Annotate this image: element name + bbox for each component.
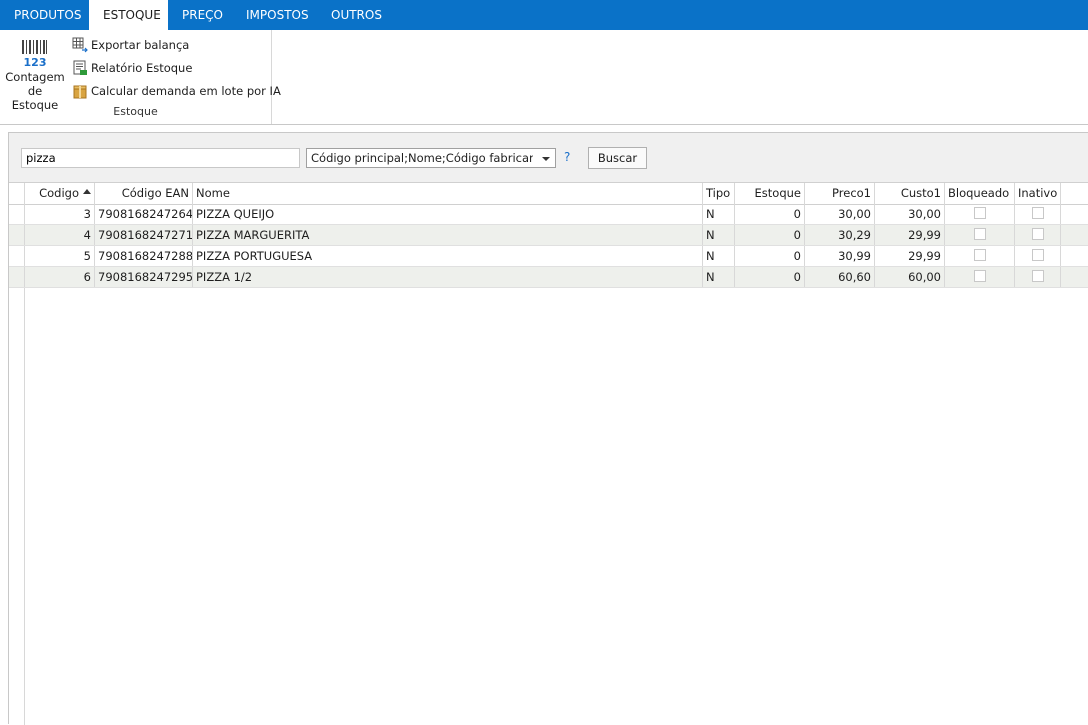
relatorio-estoque-button[interactable]: Relatório Estoque xyxy=(72,59,192,77)
cell-ean: 7908168247288 xyxy=(95,246,193,266)
column-header-custo1[interactable]: Custo1 xyxy=(875,183,945,204)
svg-text:123: 123 xyxy=(24,56,47,68)
products-grid: Codigo Código EAN Nome Tipo Estoque Prec… xyxy=(9,182,1088,725)
box-icon xyxy=(72,83,88,99)
column-header-preco1[interactable]: Preco1 xyxy=(805,183,875,204)
tab-produtos[interactable]: PRODUTOS xyxy=(0,0,89,30)
cell-estoque: 0 xyxy=(735,267,805,287)
cell-nome: PIZZA QUEIJO xyxy=(193,204,703,224)
contagem-label-line1: Contagem xyxy=(5,70,65,84)
cell-codigo: 6 xyxy=(25,267,95,287)
table-row[interactable]: 5 7908168247288 PIZZA PORTUGUESA N 0 30,… xyxy=(9,246,1088,267)
row-selector-header xyxy=(9,183,25,204)
inativo-checkbox[interactable] xyxy=(1031,270,1044,282)
cell-preco1: 30,00 xyxy=(805,204,875,224)
row-selector[interactable] xyxy=(9,225,25,245)
grid-export-icon xyxy=(72,37,88,53)
inativo-checkbox[interactable] xyxy=(1031,207,1044,219)
column-header-tipo[interactable]: Tipo xyxy=(703,183,735,204)
cell-inativo xyxy=(1015,225,1061,245)
column-header-nome[interactable]: Nome xyxy=(193,183,703,204)
cell-estoque: 0 xyxy=(735,225,805,245)
calcular-demanda-label: Calcular demanda em lote por IA xyxy=(91,84,281,98)
column-header-estoque[interactable]: Estoque xyxy=(735,183,805,204)
barcode-123-icon: 123 xyxy=(22,40,47,68)
report-icon xyxy=(72,60,88,76)
tab-outros[interactable]: OUTROS xyxy=(317,0,392,30)
bloqueado-checkbox[interactable] xyxy=(973,207,986,219)
cell-inativo xyxy=(1015,267,1061,287)
column-header-inativo[interactable]: Inativo xyxy=(1015,183,1061,204)
cell-bloqueado xyxy=(945,204,1015,224)
inativo-checkbox[interactable] xyxy=(1031,228,1044,240)
cell-bloqueado xyxy=(945,246,1015,266)
contagem-estoque-button[interactable]: 123 Contagem de Estoque xyxy=(4,36,66,112)
cell-codigo: 4 xyxy=(25,225,95,245)
column-header-bloqueado[interactable]: Bloqueado xyxy=(945,183,1015,204)
cell-preco1: 60,60 xyxy=(805,267,875,287)
cell-nome: PIZZA MARGUERITA xyxy=(193,225,703,245)
table-row[interactable]: 4 7908168247271 PIZZA MARGUERITA N 0 30,… xyxy=(9,225,1088,246)
help-link[interactable]: ? xyxy=(564,150,570,164)
main-content: Código principal;Nome;Código fabricant..… xyxy=(8,132,1088,725)
cell-preco1: 30,29 xyxy=(805,225,875,245)
chevron-down-icon xyxy=(542,157,550,161)
search-fields-value: Código principal;Nome;Código fabricant..… xyxy=(311,151,533,165)
tab-estoque[interactable]: ESTOQUE xyxy=(89,0,168,30)
row-selector[interactable] xyxy=(9,246,25,266)
cell-nome: PIZZA 1/2 xyxy=(193,267,703,287)
cell-tipo: N xyxy=(703,267,735,287)
ribbon-panel: 123 Contagem de Estoque Exportar balança xyxy=(0,30,1088,125)
inativo-checkbox[interactable] xyxy=(1031,249,1044,261)
calcular-demanda-button[interactable]: Calcular demanda em lote por IA xyxy=(72,82,281,100)
row-selector[interactable] xyxy=(9,267,25,287)
cell-preco1: 30,99 xyxy=(805,246,875,266)
cell-inativo xyxy=(1015,204,1061,224)
cell-custo1: 60,00 xyxy=(875,267,945,287)
cell-inativo xyxy=(1015,246,1061,266)
cell-custo1: 29,99 xyxy=(875,225,945,245)
exportar-balanca-button[interactable]: Exportar balança xyxy=(72,36,189,54)
cell-tipo: N xyxy=(703,246,735,266)
tab-preco[interactable]: PREÇO xyxy=(168,0,232,30)
ribbon-tab-bar: PRODUTOS ESTOQUE PREÇO IMPOSTOS OUTROS xyxy=(0,0,1088,30)
cell-estoque: 0 xyxy=(735,204,805,224)
cell-codigo: 3 xyxy=(25,204,95,224)
cell-tipo: N xyxy=(703,225,735,245)
cell-bloqueado xyxy=(945,267,1015,287)
cell-bloqueado xyxy=(945,225,1015,245)
table-row[interactable]: 6 7908168247295 PIZZA 1/2 N 0 60,60 60,0… xyxy=(9,267,1088,288)
row-selector-divider xyxy=(24,288,25,725)
grid-header: Codigo Código EAN Nome Tipo Estoque Prec… xyxy=(9,183,1088,205)
cell-custo1: 29,99 xyxy=(875,246,945,266)
cell-tipo: N xyxy=(703,204,735,224)
search-fields-combobox[interactable]: Código principal;Nome;Código fabricant..… xyxy=(306,148,556,168)
cell-nome: PIZZA PORTUGUESA xyxy=(193,246,703,266)
search-input[interactable] xyxy=(21,148,300,168)
bloqueado-checkbox[interactable] xyxy=(973,228,986,240)
cell-ean: 7908168247264 xyxy=(95,204,193,224)
ribbon-group-label: Estoque xyxy=(113,105,158,118)
bloqueado-checkbox[interactable] xyxy=(973,249,986,261)
cell-custo1: 30,00 xyxy=(875,204,945,224)
column-header-ean[interactable]: Código EAN xyxy=(95,183,193,204)
cell-estoque: 0 xyxy=(735,246,805,266)
ribbon-group-estoque: 123 Contagem de Estoque Exportar balança xyxy=(0,30,281,124)
bloqueado-checkbox[interactable] xyxy=(973,270,986,282)
tab-impostos[interactable]: IMPOSTOS xyxy=(232,0,317,30)
cell-ean: 7908168247295 xyxy=(95,267,193,287)
cell-ean: 7908168247271 xyxy=(95,225,193,245)
exportar-balanca-label: Exportar balança xyxy=(91,38,190,52)
column-header-codigo[interactable]: Codigo xyxy=(25,183,95,204)
row-selector[interactable] xyxy=(9,204,25,224)
table-row[interactable]: 3 7908168247264 PIZZA QUEIJO N 0 30,00 3… xyxy=(9,204,1088,225)
relatorio-estoque-label: Relatório Estoque xyxy=(91,61,193,75)
cell-codigo: 5 xyxy=(25,246,95,266)
sort-ascending-icon xyxy=(83,189,91,194)
buscar-button[interactable]: Buscar xyxy=(588,147,647,169)
